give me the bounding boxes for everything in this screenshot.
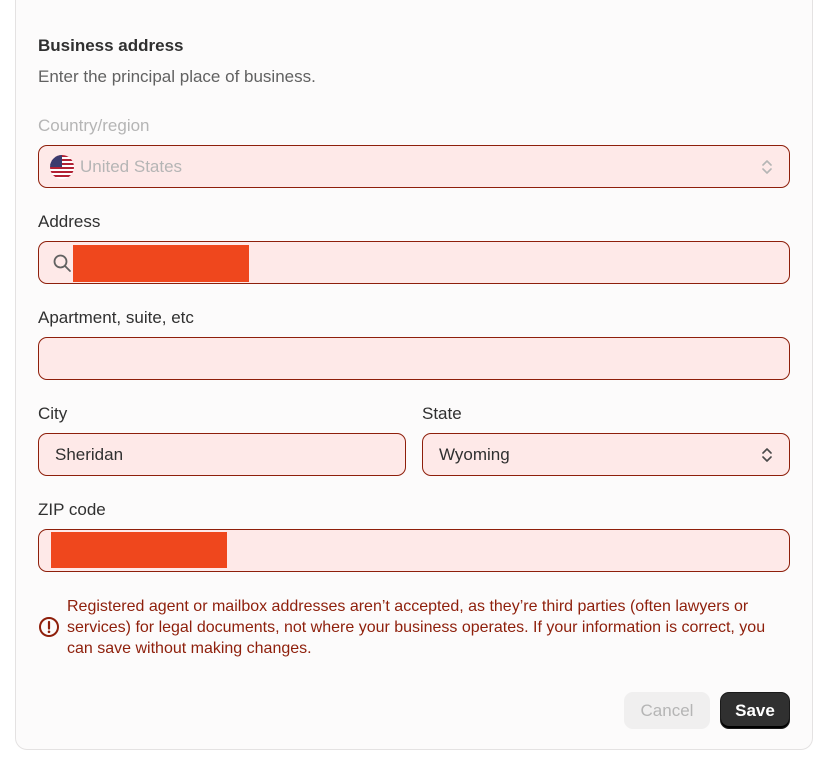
cancel-button[interactable]: Cancel (624, 692, 710, 729)
city-value: Sheridan (55, 444, 124, 464)
search-icon (53, 254, 71, 272)
country-select[interactable]: United States (38, 145, 790, 188)
country-value: United States (80, 156, 183, 176)
country-label: Country/region (38, 116, 150, 135)
state-select[interactable]: Wyoming (422, 433, 790, 476)
city-label: City (38, 404, 68, 423)
state-value: Wyoming (439, 444, 510, 464)
zip-label: ZIP code (38, 500, 106, 519)
chevron-up-down-icon (762, 160, 772, 174)
apartment-input[interactable] (38, 337, 790, 380)
zip-redaction (51, 532, 227, 568)
chevron-up-down-icon (762, 448, 772, 462)
alert-circle-icon (39, 617, 59, 637)
address-label: Address (38, 212, 101, 231)
section-description: Enter the principal place of business. (38, 67, 316, 86)
section-title: Business address (38, 36, 184, 55)
error-message: Registered agent or mailbox addresses ar… (38, 596, 790, 659)
apartment-label: Apartment, suite, etc (38, 308, 194, 327)
us-flag-icon (50, 154, 74, 179)
city-input[interactable]: Sheridan (38, 433, 406, 476)
state-label: State (422, 404, 462, 423)
save-button[interactable]: Save (720, 692, 790, 729)
error-text: Registered agent or mailbox addresses ar… (67, 598, 766, 657)
address-redaction (73, 245, 249, 282)
